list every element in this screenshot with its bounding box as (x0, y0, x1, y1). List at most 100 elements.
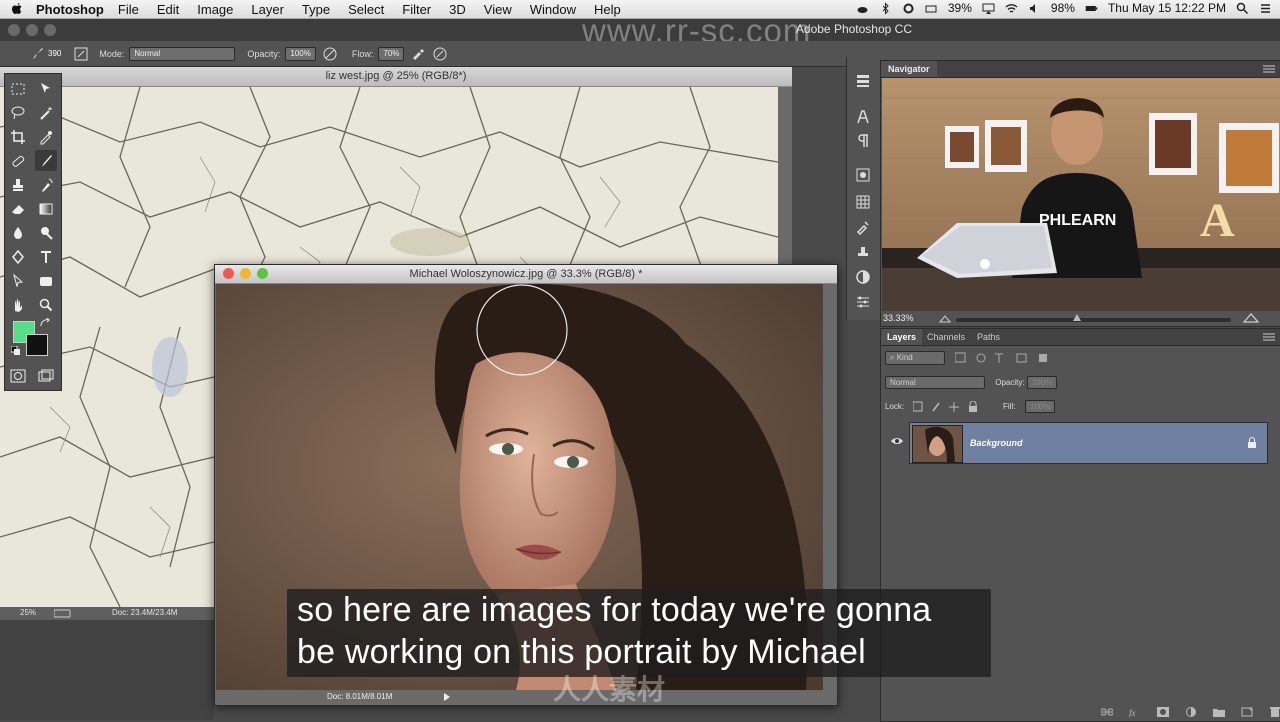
new-layer-icon[interactable] (1241, 707, 1253, 717)
status-menu-arrow-icon[interactable] (443, 693, 451, 701)
brush-panel-icon[interactable] (855, 167, 871, 183)
airplay-icon[interactable] (982, 2, 995, 15)
default-colors-icon[interactable] (11, 346, 21, 356)
pressure-size-icon[interactable] (432, 46, 448, 62)
screen-mode-button[interactable] (35, 365, 57, 386)
clone-source-icon[interactable] (855, 245, 871, 261)
menu-edit[interactable]: Edit (157, 2, 179, 17)
lasso-tool[interactable] (7, 102, 29, 123)
menu-view[interactable]: View (484, 2, 512, 17)
magic-wand-tool[interactable] (35, 102, 57, 123)
brush-size[interactable]: 390 (48, 49, 61, 58)
bluetooth-icon[interactable] (879, 1, 892, 15)
minimize-window-button[interactable] (26, 24, 38, 36)
status-share-icon[interactable] (54, 609, 72, 618)
history-brush-tool[interactable] (35, 174, 57, 195)
mode-select[interactable]: Normal (129, 46, 236, 61)
healing-brush-tool[interactable] (7, 150, 29, 171)
layer-style-icon[interactable]: fx (1129, 707, 1141, 717)
paragraph-panel-icon[interactable] (855, 133, 871, 149)
brush-panel-toggle-icon[interactable] (73, 46, 89, 62)
marquee-tool[interactable] (7, 78, 29, 99)
delete-layer-icon[interactable] (1269, 707, 1280, 717)
swatches-panel-icon[interactable] (855, 194, 871, 210)
minimize-document-button[interactable] (240, 268, 251, 279)
app-menu[interactable]: Photoshop (36, 2, 104, 17)
eyedropper-tool[interactable] (35, 126, 57, 147)
panel-menu-icon[interactable] (1263, 65, 1275, 73)
brush-preset-icon[interactable] (30, 46, 46, 62)
swap-colors-icon[interactable] (39, 318, 51, 328)
zoom-out-icon[interactable] (939, 314, 951, 323)
notification-list-icon[interactable] (1259, 2, 1272, 15)
menu-3d[interactable]: 3D (449, 2, 466, 17)
path-selection-tool[interactable] (7, 270, 29, 291)
battery-icon[interactable] (1085, 2, 1098, 15)
menu-type[interactable]: Type (302, 2, 330, 17)
menu-window[interactable]: Window (530, 2, 576, 17)
quick-mask-button[interactable] (7, 365, 29, 386)
zoom-level[interactable]: 25% (20, 608, 36, 617)
wifi-icon[interactable] (1005, 2, 1018, 15)
gear-icon[interactable] (902, 2, 915, 15)
close-document-button[interactable] (223, 268, 234, 279)
rectangle-tool[interactable] (35, 270, 57, 291)
fill-input[interactable]: 100% (1025, 400, 1056, 413)
layer-row-background[interactable]: Background (909, 422, 1268, 464)
blend-mode-select[interactable]: Normal (885, 376, 985, 389)
gradient-tool[interactable] (35, 198, 57, 219)
flow-input[interactable]: 70% (378, 46, 405, 61)
blur-tool[interactable] (7, 222, 29, 243)
type-tool[interactable] (35, 246, 57, 267)
move-tool[interactable] (35, 78, 57, 99)
menu-select[interactable]: Select (348, 2, 384, 17)
new-group-icon[interactable] (1213, 707, 1225, 717)
battery-small-icon[interactable] (925, 2, 938, 15)
spotlight-search-icon[interactable] (1236, 2, 1249, 15)
menu-image[interactable]: Image (197, 2, 233, 17)
layer-filter-icons[interactable] (955, 352, 1065, 364)
layer-name[interactable]: Background (970, 438, 1023, 448)
lock-icons[interactable] (913, 401, 983, 413)
zoom-slider-thumb[interactable] (1073, 314, 1081, 321)
crop-tool[interactable] (7, 126, 29, 147)
adjustments-panel-icon[interactable] (855, 269, 871, 285)
clock[interactable]: Thu May 15 12:22 PM (1108, 1, 1226, 15)
zoom-document-button[interactable] (257, 268, 268, 279)
tool-presets-icon[interactable] (855, 219, 871, 235)
cloud-icon[interactable] (856, 2, 869, 15)
volume-icon[interactable] (1028, 2, 1041, 15)
eraser-tool[interactable] (7, 198, 29, 219)
add-mask-icon[interactable] (1157, 707, 1169, 717)
apple-menu-icon[interactable] (10, 2, 24, 16)
zoom-tool[interactable] (35, 294, 57, 315)
layer-opacity-input[interactable]: 100% (1026, 376, 1058, 389)
navigator-zoom-slider[interactable] (956, 318, 1231, 322)
adjustment-layer-icon[interactable] (1185, 707, 1197, 717)
panel-menu-icon[interactable] (1263, 333, 1275, 341)
layer-visibility-eye-icon[interactable] (891, 437, 903, 445)
close-window-button[interactable] (8, 24, 20, 36)
background-color-swatch[interactable] (26, 334, 48, 356)
navigator-preview[interactable]: A PHLEARN (882, 78, 1280, 311)
tab-navigator[interactable]: Navigator (881, 61, 937, 77)
navigator-zoom-value[interactable]: 33.33% (883, 313, 914, 323)
zoom-in-icon[interactable] (1243, 313, 1259, 323)
clone-stamp-tool[interactable] (7, 174, 29, 195)
tab-paths[interactable]: Paths (971, 329, 1006, 345)
menu-filter[interactable]: Filter (402, 2, 431, 17)
brush-tool[interactable] (35, 150, 57, 171)
menu-file[interactable]: File (118, 2, 139, 17)
character-panel-icon[interactable] (855, 109, 871, 125)
layer-filter-select[interactable]: ⌕ Kind (885, 351, 945, 365)
tab-layers[interactable]: Layers (881, 329, 923, 345)
hand-tool[interactable] (7, 294, 29, 315)
airbrush-icon[interactable] (410, 46, 426, 62)
link-layers-icon[interactable] (1101, 707, 1113, 717)
pressure-opacity-icon[interactable] (322, 46, 338, 62)
history-panel-icon[interactable] (855, 73, 871, 89)
zoom-window-button[interactable] (44, 24, 56, 36)
properties-panel-icon[interactable] (855, 294, 871, 310)
opacity-input[interactable]: 100% (285, 46, 316, 61)
menu-layer[interactable]: Layer (251, 2, 284, 17)
